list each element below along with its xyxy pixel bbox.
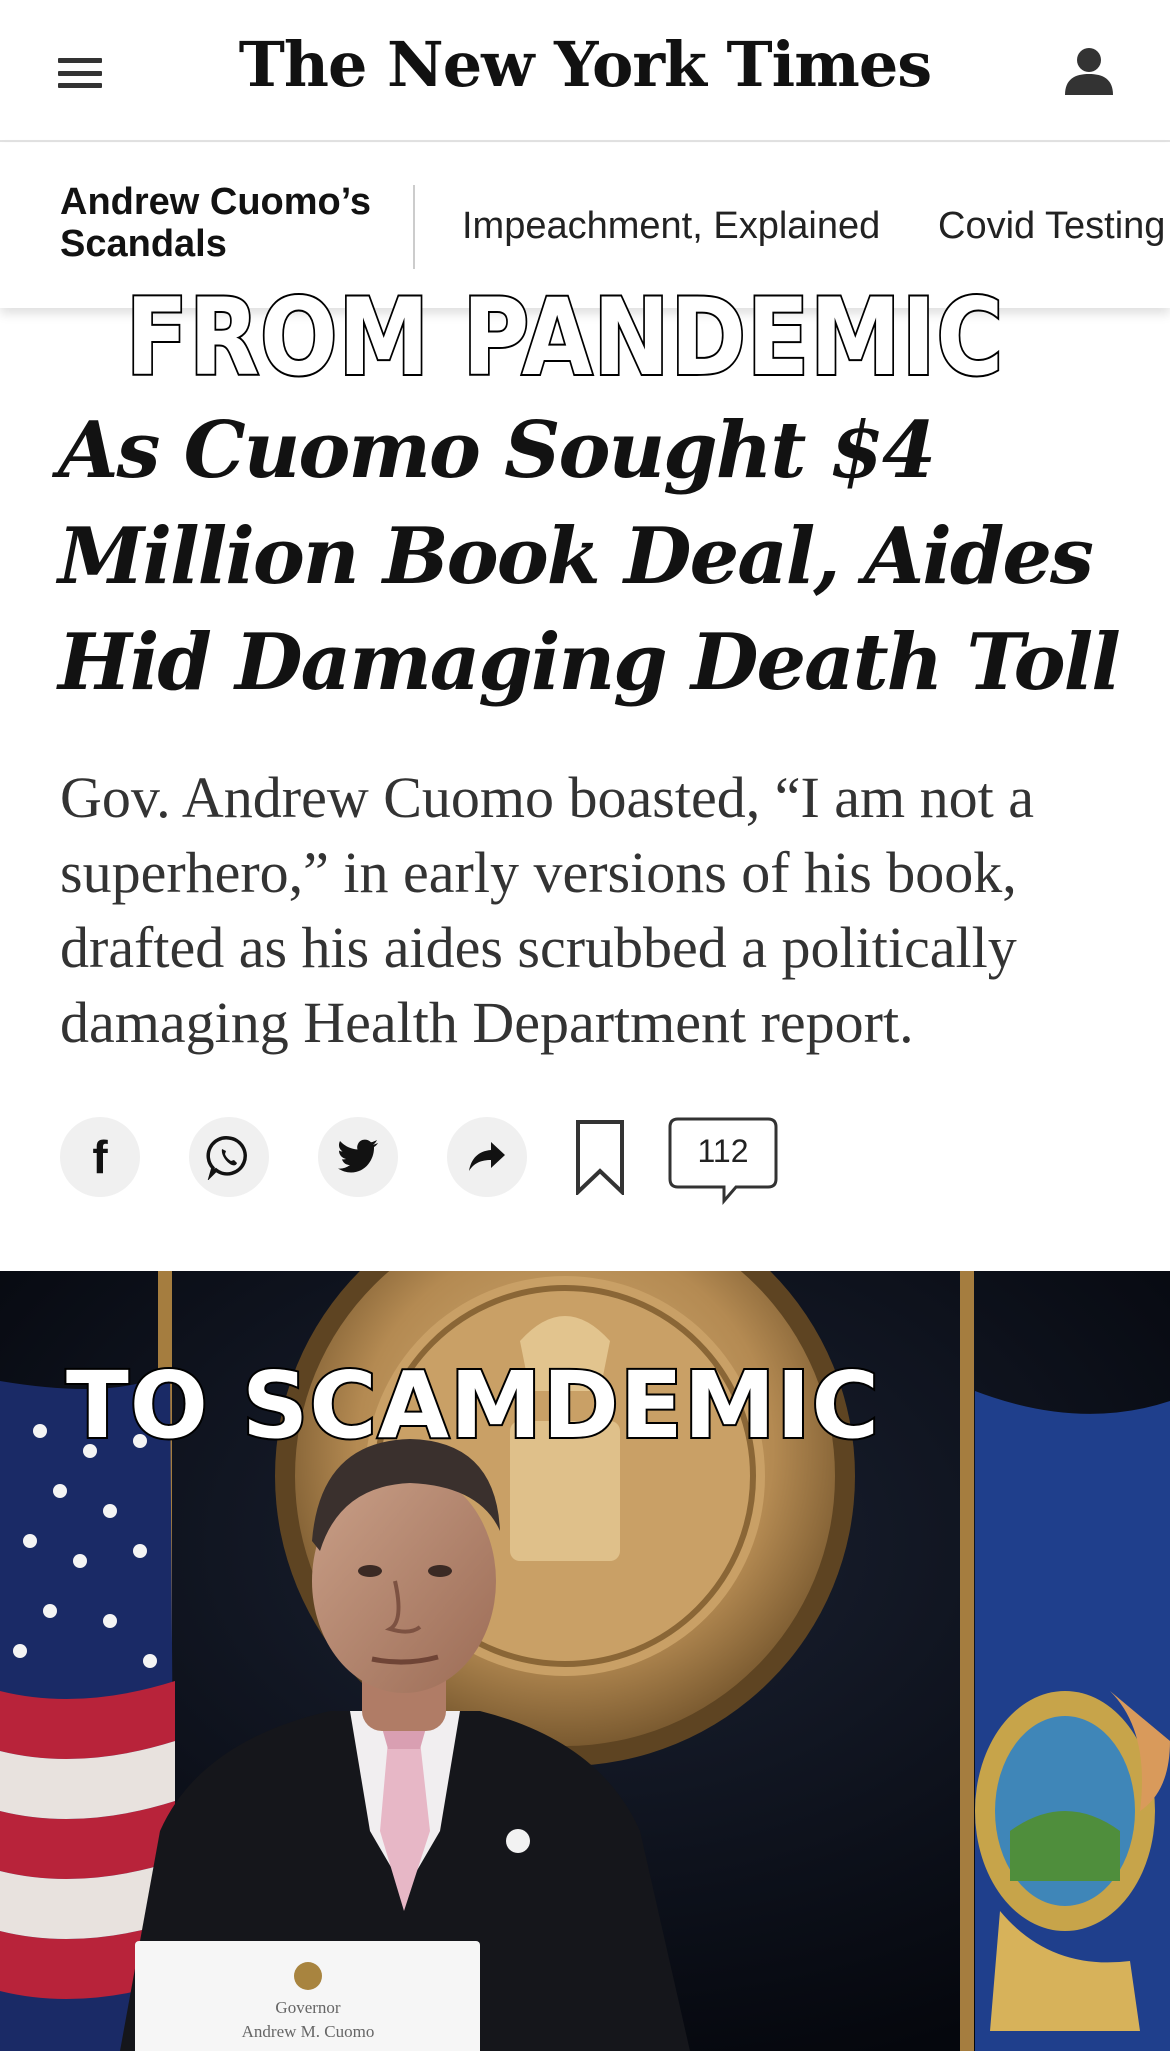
nav-link-impeachment[interactable]: Impeachment, Explained [462,205,880,248]
nameplate: Governor Andrew M. Cuomo [135,1941,480,2051]
bottom-strip [0,2051,1170,2067]
twitter-share-button[interactable] [318,1117,398,1197]
share-arrow-icon [469,1142,505,1171]
nameplate-line2: Andrew M. Cuomo [242,2022,375,2041]
facebook-share-button[interactable]: f [60,1117,140,1197]
share-button[interactable] [447,1117,527,1197]
article-headline: As Cuomo Sought $4 Million Book Deal, Ai… [58,405,1121,708]
section-title[interactable]: Andrew Cuomo’s Scandals [60,181,390,265]
bookmark-icon[interactable] [575,1119,625,1195]
whatsapp-icon [206,1136,247,1180]
meme-bottom-caption: TO SCAMDEMIC [64,1350,881,1461]
comment-count: 112 [697,1133,749,1169]
whatsapp-share-button[interactable] [189,1117,269,1197]
user-icon[interactable] [1063,45,1115,97]
share-bar: f 112 [60,1117,1060,1206]
twitter-icon [338,1139,378,1173]
meme-top-caption: FROM PANDEMIC [124,274,1005,401]
new-york-flag [975,1391,1170,2051]
nameplate-line1: Governor [275,1998,340,2017]
nav-link-covid-testing[interactable]: Covid Testing [938,205,1165,248]
article-summary: Gov. Andrew Cuomo boasted, “I am not a s… [60,765,1034,1055]
facebook-icon: f [92,1131,108,1183]
nyt-logo[interactable]: The New York Times [0,28,1170,101]
comments-button[interactable]: 112 [668,1117,778,1207]
nav-divider [413,185,415,269]
masthead: The New York Times [0,0,1170,142]
